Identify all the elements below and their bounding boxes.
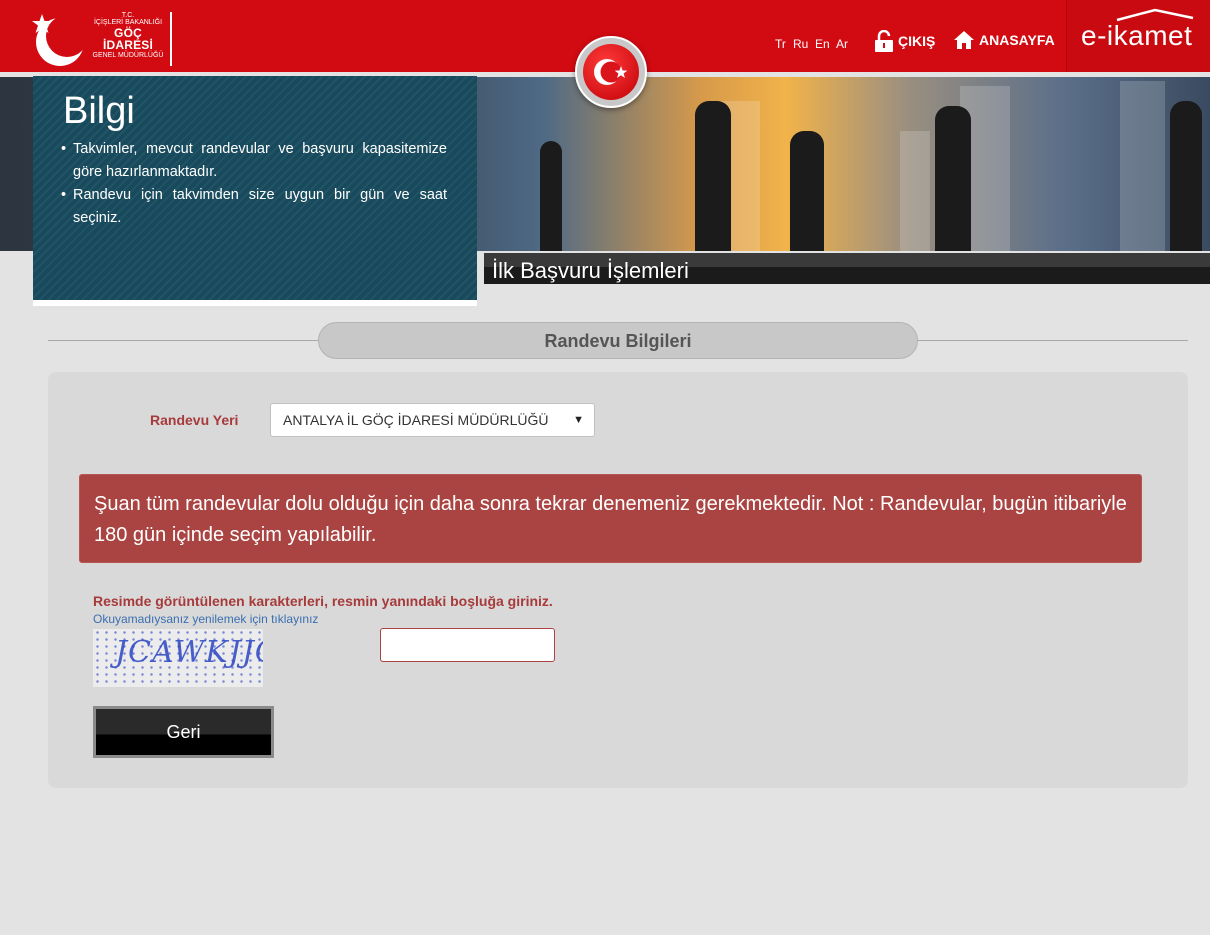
traveler-silhouette: [935, 106, 971, 251]
goc-idaresi-logo[interactable]: T.C. İÇİŞLERİ BAKANLIĞI GÖÇ İDARESİ GENE…: [30, 10, 175, 68]
location-label: Randevu Yeri: [150, 412, 239, 428]
crescent-star-icon: [32, 14, 88, 66]
info-item: Takvimler, mevcut randevular ve başvuru …: [61, 138, 447, 184]
traveler-silhouette: [790, 131, 824, 251]
logo-divider: [170, 12, 172, 66]
alert-message: Şuan tüm randevular dolu olduğu için dah…: [79, 474, 1142, 563]
info-item: Randevu için takvimden size uygun bir gü…: [61, 184, 447, 230]
captcha-text: JCAWKJJC: [115, 635, 263, 670]
building-shape: [1120, 81, 1165, 251]
location-select-value: ANTALYA İL GÖÇ İDARESİ MÜDÜRLÜĞÜ: [283, 412, 549, 428]
captcha-refresh-link[interactable]: Okuyamadıysanız yenilemek için tıklayını…: [93, 612, 318, 626]
home-icon: [954, 31, 974, 49]
logo-subtitle: GENEL MÜDÜRLÜĞÜ: [92, 51, 164, 59]
home-label: ANASAYFA: [979, 32, 1055, 48]
info-title: Bilgi: [63, 90, 135, 132]
flag-crescent-icon: [594, 59, 628, 85]
e-ikamet-logo[interactable]: e-ikamet: [1066, 0, 1210, 72]
randevu-heading: Randevu Bilgileri: [318, 322, 918, 359]
section-strip: İlk Başvuru İşlemleri: [484, 253, 1210, 284]
location-select[interactable]: ANTALYA İL GÖÇ İDARESİ MÜDÜRLÜĞÜ ▼: [270, 403, 595, 437]
lock-icon: [875, 30, 893, 52]
logout-link[interactable]: ÇIKIŞ: [874, 30, 935, 52]
turkish-flag-badge: [575, 36, 647, 108]
traveler-silhouette: [1170, 101, 1202, 251]
lang-ar[interactable]: Ar: [836, 37, 848, 51]
flag-inner: [583, 44, 639, 100]
captcha-image[interactable]: JCAWKJJC: [93, 629, 263, 687]
back-button[interactable]: Geri: [93, 706, 274, 758]
chevron-down-icon: ▼: [573, 414, 584, 426]
info-box-footer: [33, 300, 477, 306]
info-list: Takvimler, mevcut randevular ve başvuru …: [61, 138, 447, 230]
captcha-label: Resimde görüntülenen karakterleri, resmi…: [93, 593, 553, 609]
logo-title: GÖÇ İDARESİ: [102, 25, 154, 53]
traveler-silhouette: [695, 101, 731, 251]
lang-ru[interactable]: Ru: [793, 37, 808, 51]
logout-label: ÇIKIŞ: [898, 33, 936, 49]
logo-text: T.C. İÇİŞLERİ BAKANLIĞI GÖÇ İDARESİ GENE…: [88, 12, 168, 59]
info-box: Bilgi Takvimler, mevcut randevular ve ba…: [33, 76, 477, 300]
lang-tr[interactable]: Tr: [775, 37, 786, 51]
traveler-silhouette: [540, 141, 562, 251]
captcha-input[interactable]: [380, 628, 555, 662]
building-shape: [900, 131, 930, 251]
home-link[interactable]: ANASAYFA: [953, 30, 1055, 50]
section-title: İlk Başvuru İşlemleri: [492, 258, 689, 283]
brand-name: e-ikamet: [1081, 20, 1193, 51]
lang-en[interactable]: En: [815, 37, 830, 51]
